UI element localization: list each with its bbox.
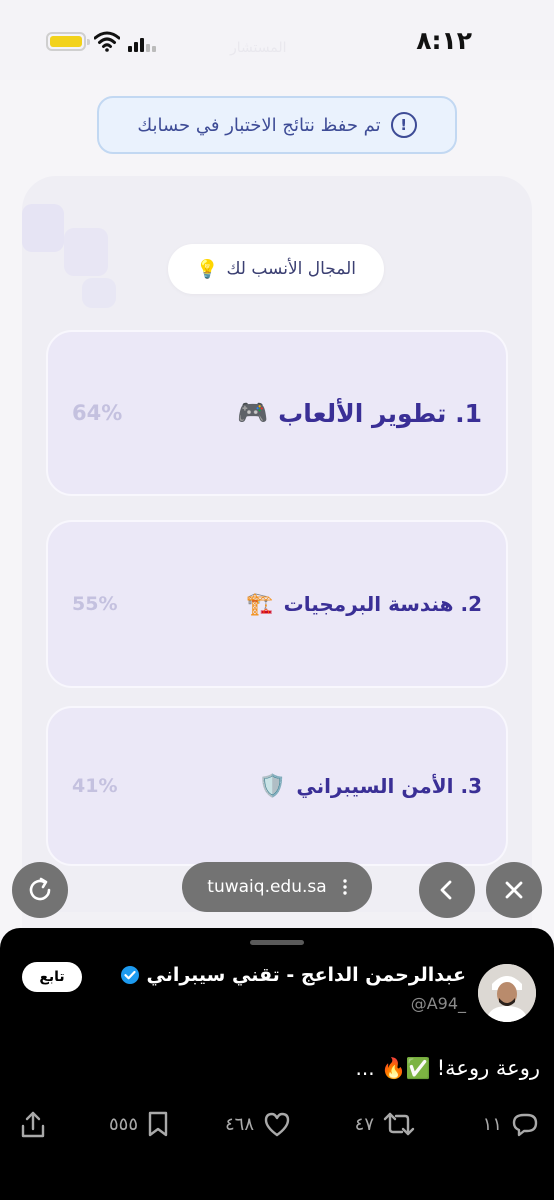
field-card-cybersecurity[interactable]: 3. الأمن السيبراني 🛡️ 41%: [46, 706, 508, 866]
close-button[interactable]: [486, 862, 542, 918]
info-icon: !: [390, 112, 417, 138]
retweet-count: ٤٧: [354, 1113, 374, 1135]
reply-count: ١١: [482, 1113, 502, 1135]
field-card-game-dev[interactable]: 1. تطوير الألعاب 🎮 64%: [46, 330, 508, 496]
field-name: 3. الأمن السيبراني: [296, 774, 482, 798]
construction-icon: 🏗️: [246, 591, 274, 617]
verified-icon: [121, 966, 140, 984]
reload-icon: [29, 877, 51, 901]
field-percent: 41%: [72, 775, 118, 797]
view-count: ٥٥٥: [108, 1113, 138, 1135]
shield-icon: 🛡️: [258, 773, 287, 799]
status-time: ٨:١٢: [416, 26, 472, 55]
game-controller-icon: 🎮: [237, 398, 269, 427]
bookmark-icon: [148, 1111, 168, 1137]
best-field-text: المجال الأنسب لك: [226, 259, 356, 279]
faded-header-title: المستشار: [230, 40, 287, 56]
sheet-grabber[interactable]: [250, 940, 304, 945]
reload-button[interactable]: [12, 862, 68, 918]
author-name-text: عبدالرحمن الداعج - تقني سيبراني: [146, 964, 466, 986]
retweet-icon: [383, 1112, 415, 1136]
best-field-label: المجال الأنسب لك 💡: [168, 244, 384, 294]
tweet-emojis: ✅🔥 ...: [355, 1056, 431, 1080]
field-percent: 55%: [72, 593, 118, 615]
field-card-software-eng[interactable]: 2. هندسة البرمجيات 🏗️ 55%: [46, 520, 508, 688]
tweet-body: روعة روعة!: [436, 1056, 540, 1080]
field-name: 2. هندسة البرمجيات: [283, 592, 482, 616]
tweet-panel: عبدالرحمن الداعج - تقني سيبراني @A94_ تا…: [0, 928, 554, 1200]
field-name: 1. تطوير الألعاب: [278, 398, 482, 428]
like-button[interactable]: ٤٦٨: [225, 1110, 292, 1138]
avatar[interactable]: [478, 964, 536, 1022]
tweet-text: روعة روعة! ✅🔥 ...: [356, 1056, 540, 1080]
close-icon: [505, 881, 523, 899]
reply-icon: [512, 1113, 538, 1137]
url-bar[interactable]: tuwaiq.edu.sa: [182, 862, 372, 912]
author-handle: @A94_: [410, 994, 466, 1013]
signal-icon: [128, 38, 156, 52]
more-icon[interactable]: [342, 879, 347, 895]
retweet-button[interactable]: ٤٧: [355, 1110, 416, 1138]
field-percent: 64%: [72, 401, 123, 425]
saved-results-notice: ! تم حفظ نتائج الاختبار في حسابك: [97, 96, 457, 154]
author-name[interactable]: عبدالرحمن الداعج - تقني سيبراني: [120, 964, 466, 986]
like-count: ٤٦٨: [224, 1113, 254, 1135]
share-icon: [21, 1111, 45, 1138]
decoration-shape: [82, 278, 116, 308]
share-button[interactable]: [18, 1110, 48, 1140]
url-text: tuwaiq.edu.sa: [207, 877, 327, 897]
wifi-icon: [94, 31, 120, 52]
decoration-shape: [64, 228, 108, 276]
back-button[interactable]: [419, 862, 475, 918]
lightbulb-icon: 💡: [196, 258, 219, 280]
follow-button[interactable]: تابع: [22, 962, 82, 992]
battery-icon: [46, 32, 90, 51]
like-icon: [264, 1112, 290, 1137]
bookmark-button[interactable]: ٥٥٥: [109, 1110, 170, 1138]
back-icon: [440, 880, 452, 900]
saved-notice-text: تم حفظ نتائج الاختبار في حسابك: [137, 114, 381, 136]
reply-button[interactable]: ١١: [483, 1110, 540, 1138]
decoration-shape: [22, 204, 64, 252]
